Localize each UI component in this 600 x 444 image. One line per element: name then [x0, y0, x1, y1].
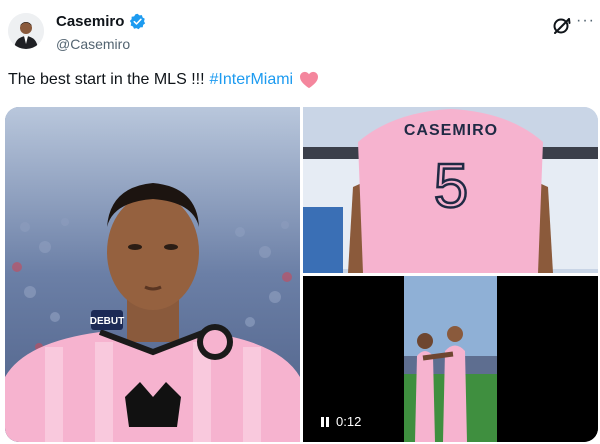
player-portrait-image: DEBUT: [5, 107, 300, 442]
sleeve-badge-text: DEBUT: [90, 316, 124, 327]
jersey-number-text: 5: [434, 152, 468, 221]
grok-icon[interactable]: [550, 14, 574, 38]
tweet-text: The best start in the MLS !!! #InterMiam…: [8, 71, 319, 89]
media-grid: DEBUT CASEMIRO 5 0:12: [5, 107, 598, 442]
avatar[interactable]: [8, 13, 44, 49]
jersey-back-image: CASEMIRO 5: [303, 107, 598, 273]
display-name[interactable]: Casemiro: [56, 13, 124, 30]
tweet-body: The best start in the MLS !!!: [8, 71, 205, 88]
pause-icon[interactable]: [321, 416, 329, 427]
user-name-row[interactable]: Casemiro: [56, 13, 146, 30]
video-duration: 0:12: [336, 414, 362, 429]
video-player[interactable]: 0:12: [303, 276, 598, 442]
jersey-name-text: CASEMIRO: [404, 122, 498, 139]
photo-jersey-back[interactable]: CASEMIRO 5: [303, 107, 598, 273]
photo-player-portrait[interactable]: DEBUT: [5, 107, 300, 442]
avatar-photo: [8, 13, 44, 49]
video-duration-badge[interactable]: 0:12: [314, 411, 369, 432]
more-options-icon[interactable]: ···: [576, 12, 595, 30]
user-handle[interactable]: @Casemiro: [56, 36, 130, 52]
hashtag-link[interactable]: #InterMiami: [210, 71, 294, 89]
pink-heart-icon: [300, 71, 319, 89]
verified-badge-icon: [130, 13, 146, 30]
